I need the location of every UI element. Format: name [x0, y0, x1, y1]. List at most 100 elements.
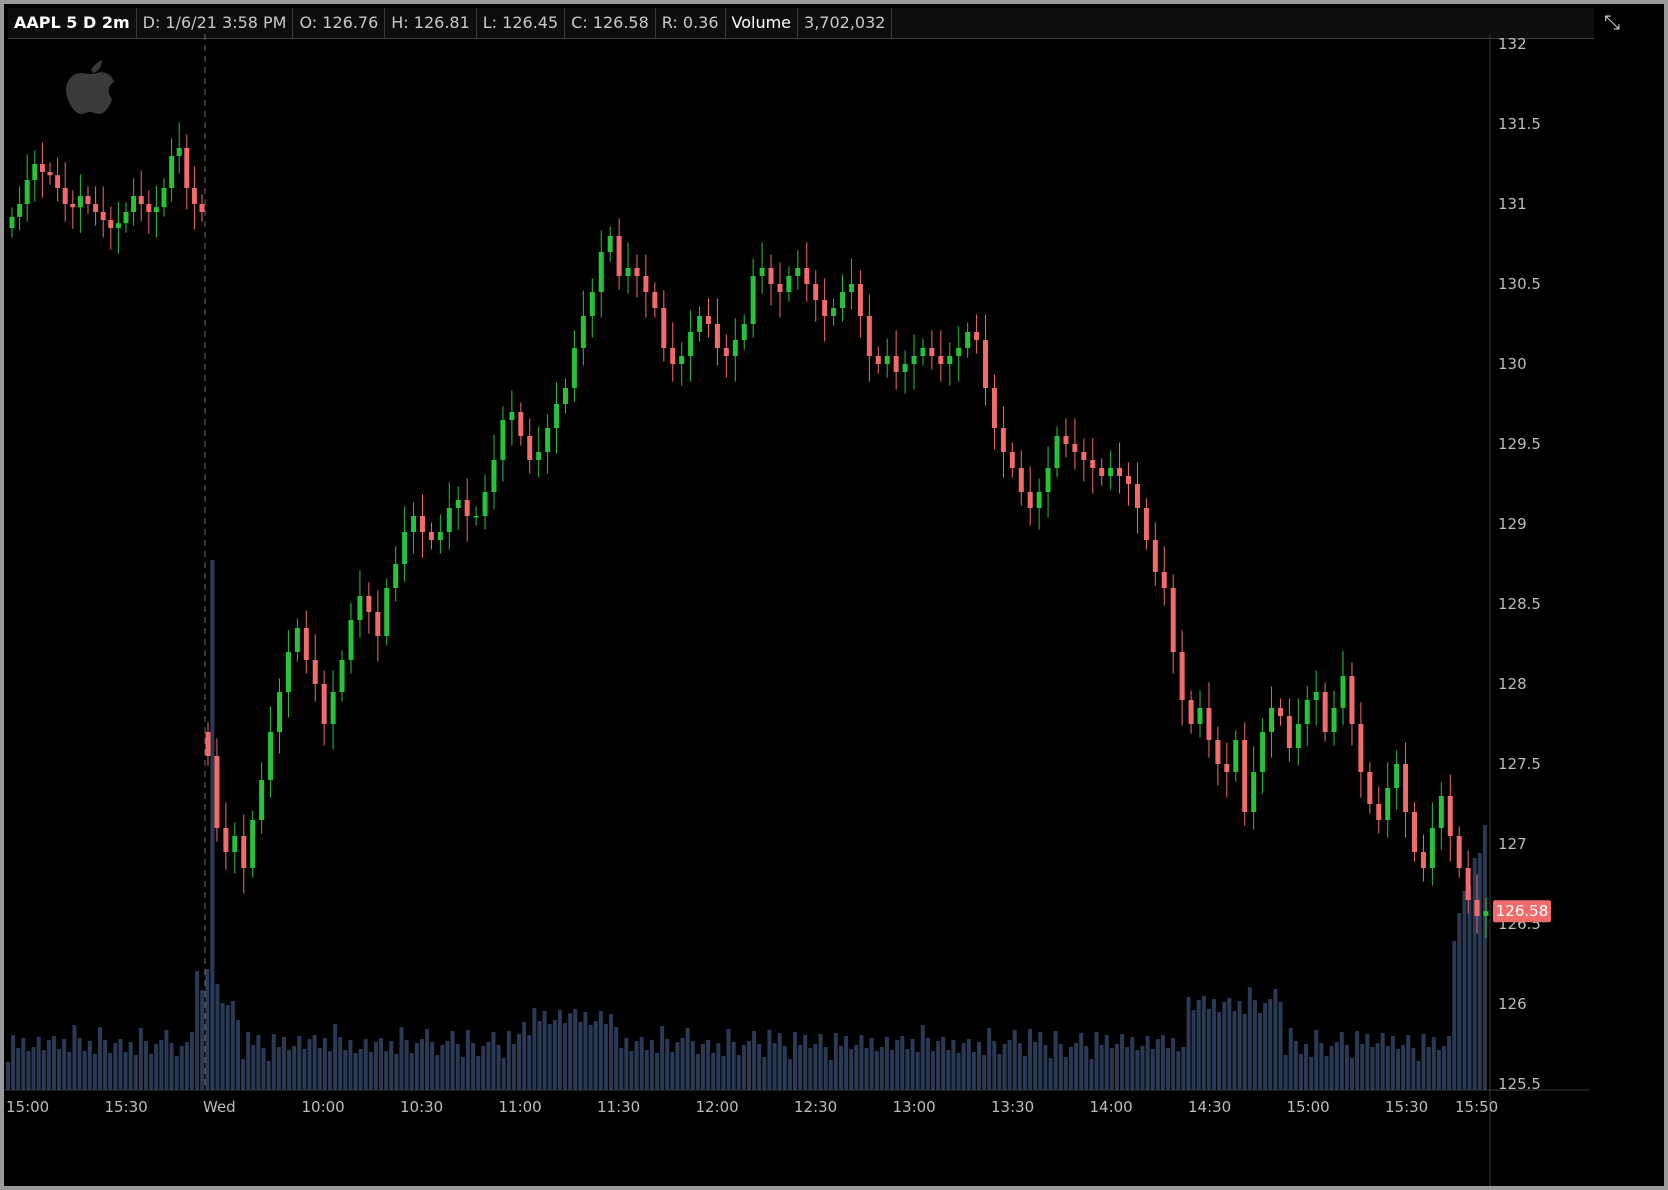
volume-bar: [1206, 1009, 1211, 1090]
candle: [1304, 686, 1310, 746]
volume-bar: [813, 1044, 818, 1090]
volume-bar: [307, 1039, 312, 1090]
time-axis: 15:00 15:30 Wed 10:00 10:30 11:00 11:30 12:00 12…: [6, 1098, 1498, 1116]
volume-bar: [174, 1056, 179, 1090]
candle: [108, 206, 114, 250]
volume-bar: [205, 969, 210, 1090]
volume-bar: [798, 1045, 803, 1090]
volume-bar: [281, 1037, 286, 1090]
volume-bar: [568, 1013, 573, 1090]
volume-bar: [828, 1060, 833, 1090]
candle: [643, 254, 649, 318]
price-tick-label: 126: [1498, 995, 1527, 1013]
volume-bar: [471, 1043, 476, 1090]
candle: [571, 330, 577, 402]
volume-bar: [481, 1046, 486, 1090]
price-tick-label: 130.5: [1498, 275, 1541, 293]
time-tick-label: 11:30: [597, 1098, 640, 1116]
volume-bar: [72, 1025, 77, 1090]
candle: [1197, 690, 1203, 738]
volume-bar: [51, 1036, 56, 1090]
volume-bar: [384, 1051, 389, 1090]
volume-bar: [1482, 825, 1487, 1090]
volume-bar: [1227, 998, 1232, 1090]
volume-bar: [292, 1046, 297, 1090]
candle: [661, 290, 667, 362]
volume-bar: [1022, 1056, 1027, 1090]
volume-bar: [1063, 1057, 1068, 1090]
expand-collapse-icon[interactable]: ⤡: [1597, 8, 1627, 36]
volume-bar: [1130, 1037, 1135, 1090]
candle: [536, 426, 542, 478]
volume-bar: [736, 1055, 741, 1090]
candle: [1027, 466, 1033, 526]
candle: [1063, 418, 1069, 458]
volume-bar: [363, 1039, 368, 1090]
candle: [902, 350, 908, 394]
candlestick-chart[interactable]: 132 131.5 131 130.5 130 129.5 129 128.5 128 127.5…: [4, 34, 1590, 1186]
candle: [191, 166, 197, 230]
volume-bar: [108, 1053, 113, 1090]
volume-bar: [823, 1047, 828, 1090]
candle: [100, 186, 106, 238]
candle: [276, 678, 282, 754]
candle: [1054, 426, 1060, 478]
candle: [1036, 478, 1042, 530]
volume-bar: [1217, 1012, 1222, 1090]
volume-bar: [792, 1032, 797, 1090]
volume-bar: [1457, 913, 1462, 1090]
volume-bar: [261, 1048, 266, 1090]
volume-bar: [460, 1057, 465, 1090]
candle: [697, 306, 703, 342]
volume-bar: [747, 1041, 751, 1090]
candle: [39, 142, 45, 198]
volume-bar: [762, 1057, 767, 1090]
volume-bar: [624, 1038, 629, 1090]
candle: [705, 298, 711, 338]
volume-bar: [266, 1061, 271, 1090]
volume-bar: [496, 1045, 501, 1090]
candle: [518, 402, 524, 446]
candle: [93, 186, 99, 226]
candle: [1295, 698, 1301, 766]
candle: [1277, 698, 1283, 726]
candle: [241, 814, 247, 894]
volume-bar: [951, 1040, 956, 1090]
candle: [259, 762, 265, 834]
candle: [1215, 726, 1221, 786]
candle: [920, 338, 926, 366]
candle: [70, 190, 76, 229]
volume-bar: [925, 1038, 930, 1090]
price-tick-label: 131: [1498, 195, 1527, 213]
candle: [1045, 446, 1051, 518]
candle: [732, 318, 738, 382]
volume-bar: [731, 1042, 736, 1090]
candle: [17, 186, 23, 231]
candle: [1161, 546, 1167, 606]
candle: [1260, 718, 1266, 794]
candle: [428, 522, 434, 550]
volume-bar: [317, 1048, 322, 1090]
volume-bar: [1263, 1003, 1268, 1090]
volume-bar: [1012, 1030, 1017, 1090]
volume-bar: [930, 1051, 935, 1090]
volume-bar: [1365, 1034, 1370, 1090]
candle: [184, 134, 190, 210]
volume-bar: [946, 1050, 951, 1090]
volume-bar: [1150, 1049, 1155, 1090]
candle: [857, 270, 863, 338]
candle: [138, 170, 144, 222]
candle: [545, 414, 551, 474]
volume-bar: [833, 1033, 838, 1090]
candle: [1152, 522, 1158, 586]
volume-bar: [532, 1008, 537, 1090]
volume-bar: [379, 1038, 384, 1090]
volume-bar: [844, 1036, 849, 1090]
volume-bar: [517, 1034, 522, 1090]
candle: [176, 122, 182, 174]
volume-bar: [655, 1053, 660, 1090]
volume-bar: [1079, 1033, 1084, 1090]
candle: [831, 298, 837, 326]
volume-bar: [1293, 1041, 1298, 1090]
volume-bar: [1084, 1046, 1089, 1090]
